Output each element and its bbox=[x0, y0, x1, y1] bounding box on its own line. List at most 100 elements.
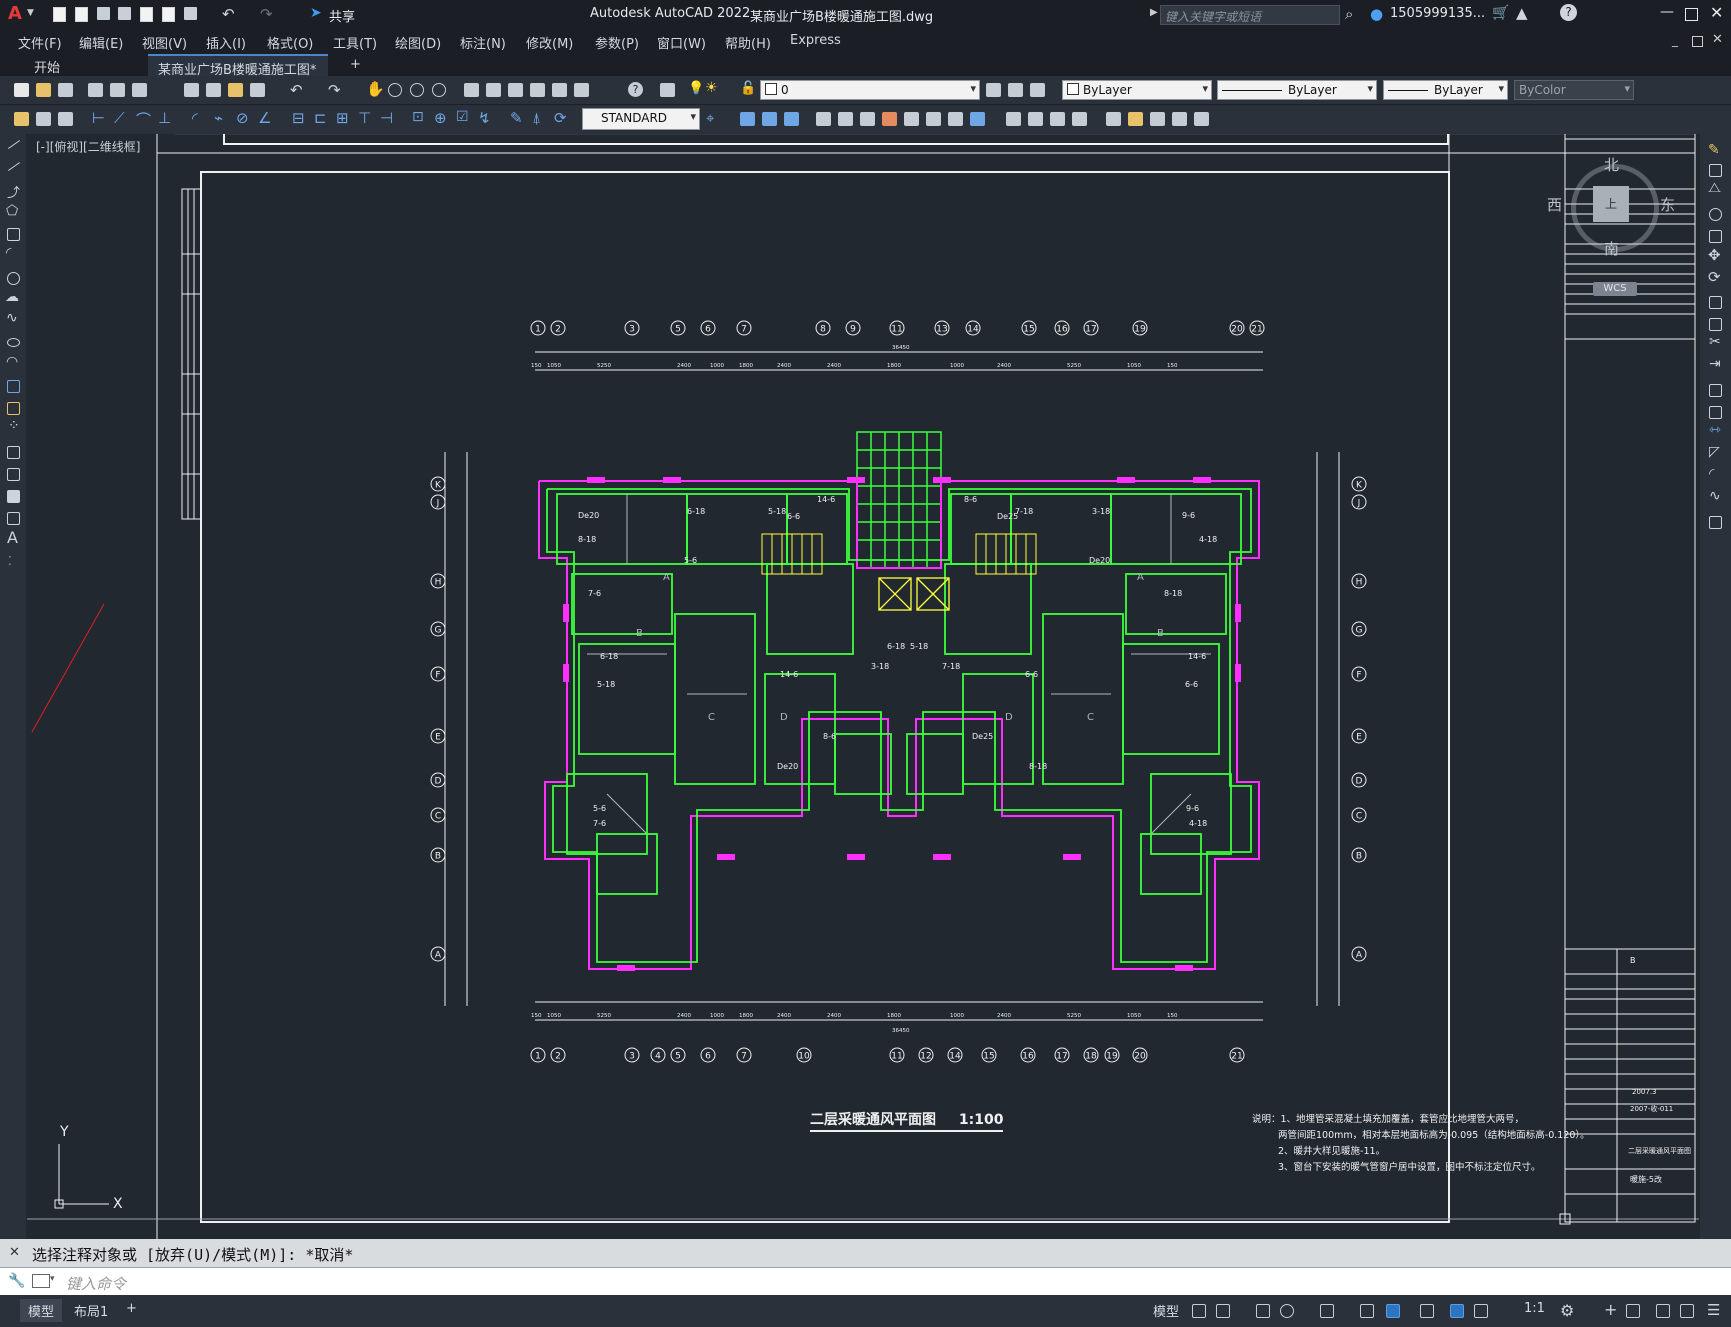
doc-minimize-icon[interactable]: _ bbox=[1672, 33, 1678, 47]
scale-icon[interactable] bbox=[882, 112, 897, 126]
menu-edit[interactable]: 编辑(E) bbox=[79, 33, 123, 52]
viewport-controls[interactable]: [-][俯视][二维线框] bbox=[36, 138, 140, 155]
zoom-previous-icon[interactable] bbox=[432, 83, 446, 97]
doc-restore-icon[interactable] bbox=[1692, 36, 1703, 47]
calculator-icon[interactable] bbox=[574, 83, 589, 97]
jogged-icon[interactable]: ⌁ bbox=[214, 109, 223, 127]
move-icon[interactable] bbox=[838, 112, 853, 126]
recent-commands-chevron-icon[interactable]: ▾ bbox=[50, 1274, 55, 1284]
dimstyle-override-icon[interactable]: ⌖ bbox=[706, 109, 714, 127]
extend-icon[interactable] bbox=[948, 112, 963, 126]
layer-freeze-icon[interactable]: ☀ bbox=[705, 80, 718, 96]
user-name[interactable]: 1505999135... bbox=[1390, 6, 1485, 21]
dimtedit-icon[interactable]: ⍋ bbox=[532, 109, 541, 127]
array-icon[interactable] bbox=[816, 112, 831, 126]
stretch-tool-icon[interactable] bbox=[1709, 318, 1722, 331]
tolerance-icon[interactable]: ⊡ bbox=[412, 109, 424, 125]
explode-icon[interactable] bbox=[1050, 112, 1065, 126]
make-current-layer-icon[interactable] bbox=[986, 83, 1001, 97]
drawing-canvas[interactable]: 1 2 3 5 6 7 8 9 11 13 14 15 16 17 19 20 21 1 2 3 4 5 6 7 10 11 12 1… bbox=[27, 134, 1699, 1239]
design-center-icon[interactable] bbox=[486, 83, 501, 97]
grid-icon[interactable] bbox=[1192, 1304, 1206, 1318]
redo-icon[interactable]: ↷ bbox=[260, 5, 273, 23]
move-tool-icon[interactable]: ✥ bbox=[1708, 246, 1721, 264]
minimize-icon[interactable]: — bbox=[1660, 4, 1674, 20]
trim-icon[interactable] bbox=[926, 112, 941, 126]
menu-file[interactable]: 文件(F) bbox=[18, 33, 62, 52]
offset-tool-icon[interactable] bbox=[1709, 208, 1722, 221]
copy-object-icon[interactable] bbox=[740, 112, 755, 126]
arc-length-icon[interactable]: ⌒ bbox=[136, 109, 151, 130]
arc-tool-icon[interactable]: ◜ bbox=[6, 245, 11, 261]
fillet-icon[interactable] bbox=[1028, 112, 1043, 126]
markup-icon[interactable] bbox=[552, 83, 567, 97]
add-selected-tool-icon[interactable]: ⁚ bbox=[8, 554, 12, 568]
copy-icon[interactable] bbox=[206, 83, 221, 97]
paste-icon[interactable] bbox=[228, 83, 243, 97]
make-block-icon[interactable] bbox=[1128, 112, 1143, 126]
break-icon[interactable] bbox=[970, 112, 985, 126]
copy-tool-icon[interactable] bbox=[1709, 164, 1722, 177]
center-mark-icon[interactable]: ⊕ bbox=[434, 109, 447, 127]
cut-icon[interactable] bbox=[184, 83, 199, 97]
insert-block-tool-icon[interactable] bbox=[7, 380, 20, 393]
textstyle-tool-icon[interactable] bbox=[36, 112, 51, 126]
array-tool-icon[interactable] bbox=[1709, 230, 1722, 243]
fillet-tool-icon[interactable]: ◜ bbox=[1709, 466, 1714, 482]
menu-dimension[interactable]: 标注(N) bbox=[460, 33, 506, 52]
menu-insert[interactable]: 插入(I) bbox=[206, 33, 246, 52]
layer-previous-icon[interactable] bbox=[1008, 83, 1023, 97]
zoom-window-icon[interactable] bbox=[410, 83, 424, 97]
undo-tool-icon[interactable]: ↶ bbox=[290, 81, 303, 99]
publish-icon[interactable] bbox=[132, 83, 147, 97]
user-icon[interactable]: ● bbox=[1370, 5, 1383, 23]
lineweight-icon[interactable] bbox=[1420, 1304, 1434, 1318]
trim-tool-icon[interactable]: ✂ bbox=[1709, 334, 1721, 350]
line-tool-icon[interactable] bbox=[7, 140, 21, 149]
diameter-icon[interactable]: ⊘ bbox=[236, 109, 249, 127]
aligned-dim-icon[interactable]: ⟋ bbox=[114, 109, 125, 127]
polygon-tool-icon[interactable]: ⬠ bbox=[6, 203, 18, 219]
gradient-tool-icon[interactable] bbox=[7, 468, 20, 481]
zoom-realtime-icon[interactable] bbox=[388, 83, 402, 97]
share-icon[interactable]: ➤ bbox=[310, 5, 322, 21]
tab-drawing[interactable]: 某商业广场B楼暖通施工图* ✕ bbox=[148, 54, 328, 93]
table-tool-icon[interactable] bbox=[7, 512, 20, 525]
pan-icon[interactable]: ✋ bbox=[366, 80, 385, 98]
app-menu-chevron-icon[interactable]: ▼ bbox=[27, 8, 34, 18]
layer-dropdown[interactable]: 0 ▾ bbox=[760, 80, 980, 100]
snap-icon[interactable] bbox=[1216, 1304, 1230, 1318]
plotstyle-dropdown[interactable]: ByColor ▾ bbox=[1514, 80, 1634, 100]
chamfer-tool-icon[interactable]: ◸ bbox=[1709, 444, 1720, 460]
osnap-icon[interactable] bbox=[1386, 1304, 1400, 1318]
new-drawing-icon[interactable] bbox=[14, 83, 29, 97]
point-tool-icon[interactable]: ⁘ bbox=[8, 418, 20, 434]
menu-format[interactable]: 格式(O) bbox=[267, 33, 313, 52]
layer-states-icon[interactable] bbox=[1030, 83, 1045, 97]
command-customize-icon[interactable]: 🔧 bbox=[8, 1273, 25, 1289]
layer-properties-icon[interactable] bbox=[660, 83, 675, 97]
undo-icon[interactable]: ↶ bbox=[222, 5, 235, 23]
polar-icon[interactable] bbox=[1280, 1304, 1294, 1318]
rotate-tool-icon[interactable]: ⟳ bbox=[1708, 268, 1721, 286]
blend-tool-icon[interactable]: ∿ bbox=[1709, 488, 1721, 504]
break-point-tool-icon[interactable] bbox=[1709, 384, 1722, 397]
hatch-icon[interactable] bbox=[1172, 112, 1187, 126]
menu-parametric[interactable]: 参数(P) bbox=[595, 33, 639, 52]
model-space-button[interactable]: 模型 bbox=[1145, 1299, 1187, 1322]
plot-preview-icon[interactable] bbox=[110, 83, 125, 97]
jogged-linear-icon[interactable]: ↯ bbox=[478, 109, 491, 127]
dimbreak-icon[interactable]: ⊣ bbox=[380, 109, 393, 127]
plot-drawing-icon[interactable] bbox=[88, 83, 103, 97]
search-input[interactable]: 键入关键字或短语 bbox=[1160, 5, 1340, 25]
redo-tool-icon[interactable]: ↷ bbox=[328, 81, 341, 99]
textstyle-dropdown[interactable]: STANDARD ▾ bbox=[582, 108, 700, 130]
ellipse-tool-icon[interactable] bbox=[7, 338, 20, 347]
autocad-logo[interactable]: A bbox=[8, 3, 22, 24]
region-tool-icon[interactable] bbox=[7, 490, 20, 503]
ortho-icon[interactable] bbox=[1256, 1304, 1270, 1318]
dimstyle-icon[interactable] bbox=[14, 112, 29, 126]
linetype-dropdown[interactable]: ByLayer ▾ bbox=[1217, 80, 1377, 100]
isodraft-icon[interactable] bbox=[1320, 1304, 1334, 1318]
menu-tools[interactable]: 工具(T) bbox=[333, 33, 377, 52]
